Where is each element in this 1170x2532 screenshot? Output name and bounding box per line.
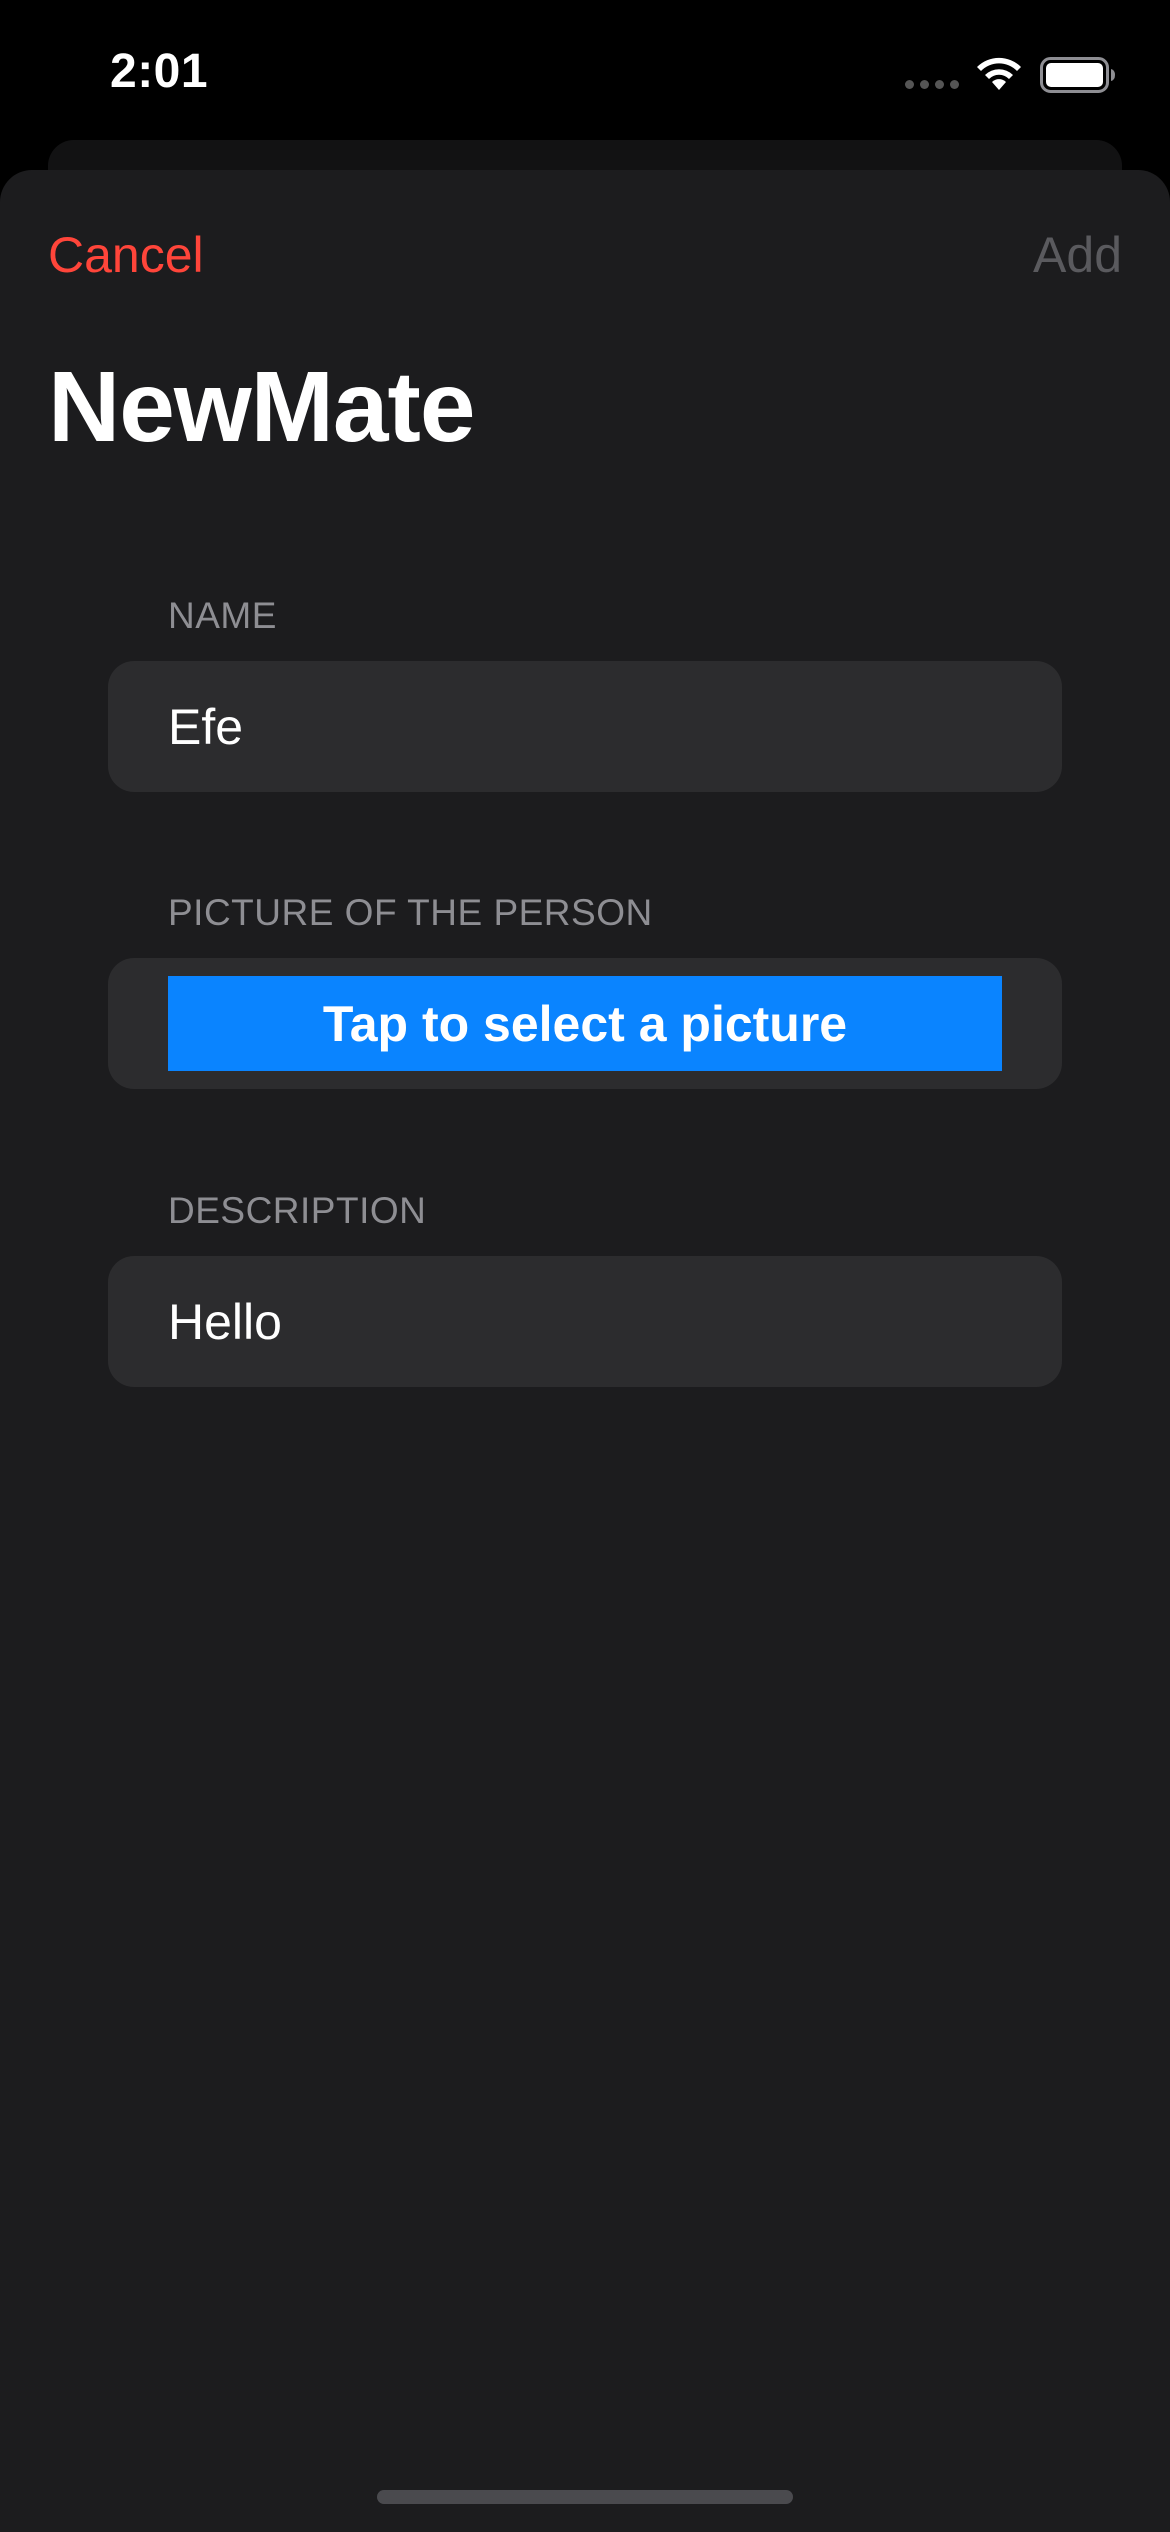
description-field[interactable]	[168, 1256, 1028, 1387]
home-indicator	[377, 2490, 793, 2504]
wifi-icon	[977, 57, 1021, 90]
battery-icon	[1040, 57, 1115, 93]
add-button[interactable]: Add	[1033, 226, 1122, 284]
select-picture-button[interactable]: Tap to select a picture	[168, 976, 1002, 1071]
description-cell	[108, 1256, 1062, 1387]
signal-dots-icon	[905, 80, 959, 92]
status-time: 2:01	[110, 45, 209, 98]
page-title: NewMate	[48, 351, 475, 463]
picture-cell: Tap to select a picture	[108, 958, 1062, 1089]
name-field[interactable]	[168, 661, 1028, 792]
description-section-header: DESCRIPTION	[168, 1190, 427, 1231]
new-mate-sheet: Cancel Add NewMate NAME PICTURE OF THE P…	[0, 170, 1170, 2532]
name-cell	[108, 661, 1062, 792]
cancel-button[interactable]: Cancel	[48, 226, 204, 284]
picture-section-header: PICTURE OF THE PERSON	[168, 892, 653, 933]
screen: 2:01 Cancel Add NewMate NAME PICTURE OF …	[0, 0, 1170, 2532]
status-bar: 2:01	[0, 0, 1170, 140]
name-section-header: NAME	[168, 595, 277, 636]
